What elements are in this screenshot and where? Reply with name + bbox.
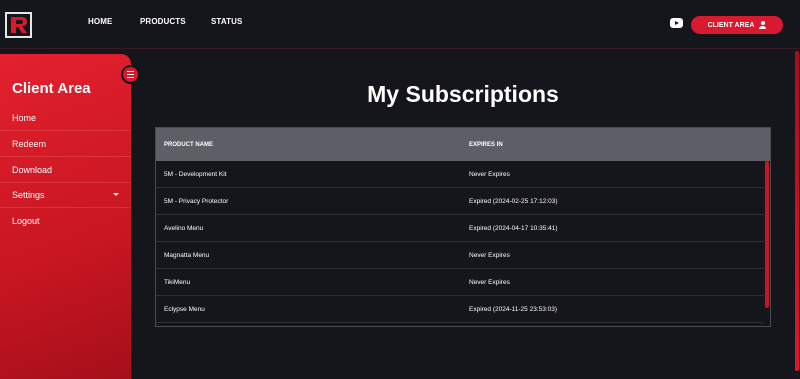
sidebar-item-label: Logout [12, 216, 40, 226]
nav-products[interactable]: PRODUCTS [140, 17, 186, 26]
product-name: Eclypse Menu [164, 306, 205, 313]
logo[interactable] [5, 12, 32, 38]
column-header-expires: EXPIRES IN [469, 142, 503, 148]
nav-home[interactable]: HOME [88, 17, 112, 26]
sidebar-item-download[interactable]: Download [0, 157, 131, 183]
hamburger-icon[interactable] [121, 65, 140, 84]
column-header-product: PRODUCT NAME [164, 142, 213, 148]
page-title: My Subscriptions [367, 81, 559, 107]
expires-in: Expired (2024-02-25 17:12:03) [469, 198, 558, 205]
product-name: Magnatta Menu [164, 252, 210, 259]
expires-in: Never Expires [469, 279, 510, 286]
sidebar-item-logout[interactable]: Logout [0, 208, 131, 234]
product-name: 5M - Development Kit [164, 171, 227, 178]
product-name: TikiMenu [164, 279, 191, 286]
youtube-icon[interactable] [670, 18, 683, 28]
sidebar-item-label: Home [12, 112, 37, 123]
client-area-button[interactable]: CLIENT AREA [691, 16, 783, 34]
product-name: 5M - Privacy Protector [164, 198, 229, 205]
user-icon [759, 21, 767, 29]
table-row: Avelino Menu Expired (2024-04-17 10:35:4… [156, 215, 770, 242]
table-row: 5M - Privacy Protector Expired (2024-02-… [156, 188, 770, 215]
page-scrollbar[interactable] [794, 49, 800, 379]
sidebar-item-redeem[interactable]: Redeem [0, 131, 131, 157]
sidebar-title: Client Area [12, 80, 91, 97]
sidebar: Client Area Home Redeem Download Setting… [0, 54, 131, 379]
expires-in: Expired (2024-11-25 23:53:03) [469, 306, 558, 313]
nav-status[interactable]: STATUS [211, 17, 242, 26]
table-row: TikiMenu Never Expires [156, 269, 770, 296]
page-scrollbar-thumb[interactable] [795, 51, 799, 371]
product-name: Avelino Menu [164, 225, 204, 232]
client-area-label: CLIENT AREA [707, 21, 755, 29]
table-scrollbar-thumb[interactable] [765, 161, 769, 308]
table-header: PRODUCT NAME EXPIRES IN [156, 128, 770, 161]
sidebar-item-home[interactable]: Home [0, 105, 131, 131]
expires-in: Expired (2024-04-17 10:35:41) [469, 225, 558, 232]
table-row: Magnatta Menu Never Expires [156, 242, 770, 269]
expires-in: Never Expires [469, 252, 510, 259]
top-navbar: HOME PRODUCTS STATUS CLIENT AREA [0, 0, 800, 49]
subscriptions-table: PRODUCT NAME EXPIRES IN 5M - Development… [155, 127, 771, 327]
table-row: Eclypse Menu Expired (2024-11-25 23:53:0… [156, 296, 770, 323]
table-row: 5M - Development Kit Never Expires [156, 161, 770, 188]
sidebar-item-label: Settings [12, 189, 45, 200]
sidebar-item-settings[interactable]: Settings [0, 182, 131, 208]
chevron-down-icon [113, 193, 119, 196]
sidebar-item-label: Redeem [12, 138, 47, 149]
table-scrollbar[interactable] [764, 161, 770, 326]
logo-icon [10, 17, 27, 33]
sidebar-item-label: Download [12, 164, 53, 175]
expires-in: Never Expires [469, 171, 510, 178]
